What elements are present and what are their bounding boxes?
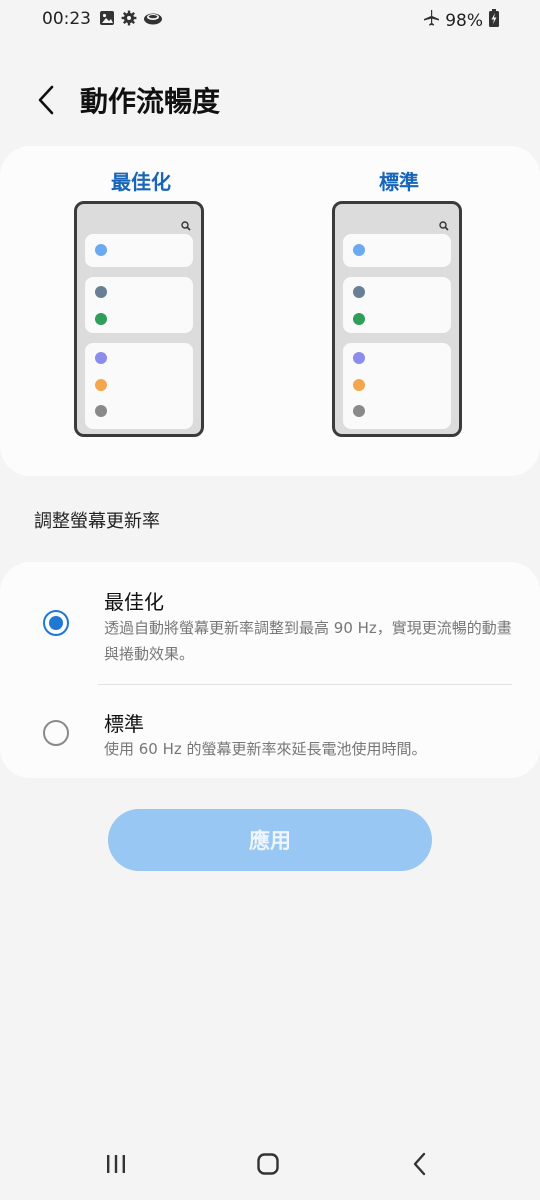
back-icon	[412, 1152, 428, 1180]
phone-panel	[343, 343, 451, 429]
phone-illustration	[332, 201, 462, 437]
option-standard-title: 標準	[104, 712, 144, 736]
dot	[353, 405, 365, 417]
preview-card: 最佳化 標準	[0, 146, 540, 476]
recent-apps-button[interactable]	[96, 1148, 136, 1184]
home-icon	[256, 1152, 280, 1180]
search-icon	[439, 216, 449, 231]
page-title: 動作流暢度	[80, 85, 221, 118]
dot	[353, 352, 365, 364]
option-optimized-description: 透過自動將螢幕更新率調整到最高 90 Hz，實現更流暢的動畫與捲動效果。	[104, 619, 512, 663]
home-button[interactable]	[248, 1148, 288, 1184]
dot	[95, 405, 107, 417]
phone-panel	[343, 277, 451, 333]
dot	[95, 379, 107, 391]
dot	[95, 244, 107, 256]
radio-optimized[interactable]	[43, 610, 69, 636]
option-standard-description: 使用 60 Hz 的螢幕更新率來延長電池使用時間。	[104, 740, 427, 758]
dot	[95, 313, 107, 325]
dot	[353, 286, 365, 298]
chevron-left-icon	[36, 85, 56, 119]
battery-percent: 98%	[445, 10, 483, 31]
preview-optimized-label: 最佳化	[111, 170, 171, 194]
phone-panel	[85, 234, 193, 267]
search-icon	[181, 216, 191, 231]
image-icon	[99, 10, 115, 30]
status-time: 00:23	[42, 9, 91, 29]
section-label: 調整螢幕更新率	[34, 511, 160, 532]
cloud-icon	[143, 10, 163, 30]
phone-illustration	[74, 201, 204, 437]
dot	[353, 313, 365, 325]
apply-button[interactable]: 應用	[108, 809, 432, 871]
navigation-bar	[0, 1134, 540, 1200]
nav-back-button[interactable]	[400, 1148, 440, 1184]
dot	[95, 286, 107, 298]
recent-apps-icon	[104, 1153, 128, 1179]
phone-panel	[85, 343, 193, 429]
divider	[98, 684, 512, 685]
dot	[95, 352, 107, 364]
status-bar: 00:23 98%	[0, 0, 540, 40]
option-optimized-title: 最佳化	[104, 590, 164, 614]
phone-panel	[85, 277, 193, 333]
airplane-icon	[422, 9, 440, 32]
phone-panel	[343, 234, 451, 267]
dot	[353, 244, 365, 256]
status-icons-left	[99, 10, 163, 30]
preview-standard-label: 標準	[379, 170, 419, 194]
status-right: 98%	[422, 9, 500, 32]
battery-charging-icon	[488, 9, 500, 32]
back-button[interactable]	[28, 82, 64, 122]
dot	[353, 379, 365, 391]
settings-icon	[121, 10, 137, 30]
radio-standard[interactable]	[43, 720, 69, 746]
